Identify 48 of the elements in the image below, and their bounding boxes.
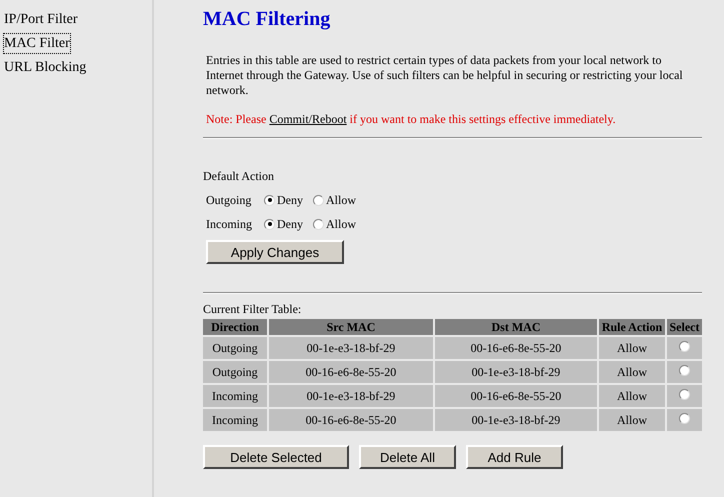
radio-button[interactable]	[264, 218, 275, 230]
option-label: Deny	[277, 192, 303, 208]
page-title: MAC Filtering	[203, 7, 332, 31]
radio-button[interactable]	[679, 340, 690, 352]
table-caption: Current Filter Table:	[203, 302, 302, 317]
radio-button[interactable]	[679, 364, 690, 376]
table-cell: 00-16-e6-8e-55-20	[435, 337, 597, 359]
radio-button[interactable]	[313, 194, 324, 206]
option-label: Allow	[326, 216, 356, 232]
column-header: Dst MAC	[435, 319, 597, 335]
sidebar-link[interactable]: URL Blocking	[4, 58, 86, 77]
table-cell: Outgoing	[203, 361, 267, 383]
column-header: Select	[667, 319, 702, 335]
radio-button[interactable]	[679, 388, 690, 400]
table-cell: 00-1e-e3-18-bf-29	[269, 337, 433, 359]
column-header: Rule Action	[599, 319, 665, 335]
radio-button[interactable]	[313, 218, 324, 230]
action-button[interactable]: Delete All	[359, 445, 456, 469]
section-label: Default Action	[203, 169, 275, 184]
table-cell: 00-1e-e3-18-bf-29	[269, 385, 433, 407]
table-cell: Incoming	[203, 385, 267, 407]
table-cell: Allow	[599, 361, 665, 383]
sidebar-link[interactable]: IP/Port Filter	[4, 10, 78, 29]
table-cell: Allow	[599, 385, 665, 407]
column-header: Direction	[203, 319, 267, 335]
table-cell: 00-16-e6-8e-55-20	[269, 409, 433, 431]
direction-label: Incoming	[206, 216, 253, 232]
action-button[interactable]: Add Rule	[466, 445, 563, 469]
radio-button[interactable]	[679, 412, 690, 424]
commit-reboot-link[interactable]: Commit/Reboot	[269, 112, 347, 126]
option-label: Allow	[326, 192, 356, 208]
table-cell: 00-1e-e3-18-bf-29	[435, 361, 597, 383]
option-label: Deny	[277, 216, 303, 232]
table-cell: Incoming	[203, 409, 267, 431]
table-cell: Outgoing	[203, 337, 267, 359]
apply-changes-button[interactable]: Apply Changes	[206, 240, 344, 264]
note-text: Note: Please Commit/Reboot if you want to make this settings effective immediately.	[206, 112, 617, 127]
description-text: Entries in this table are used to restrict certain types of data packets from your local network to Internet through the Gateway. Use of such filters can be helpful in securing or restricting your local network.	[206, 53, 684, 98]
direction-label: Outgoing	[206, 192, 252, 208]
table-cell: 00-16-e6-8e-55-20	[435, 385, 597, 407]
table-cell: Allow	[599, 409, 665, 431]
table-cell: 00-16-e6-8e-55-20	[269, 361, 433, 383]
sidebar-link[interactable]: MAC Filter	[4, 34, 70, 53]
radio-button[interactable]	[264, 194, 275, 206]
action-button[interactable]: Delete Selected	[203, 445, 349, 469]
table-cell: 00-1e-e3-18-bf-29	[435, 409, 597, 431]
table-cell: Allow	[599, 337, 665, 359]
column-header: Src MAC	[269, 319, 433, 335]
